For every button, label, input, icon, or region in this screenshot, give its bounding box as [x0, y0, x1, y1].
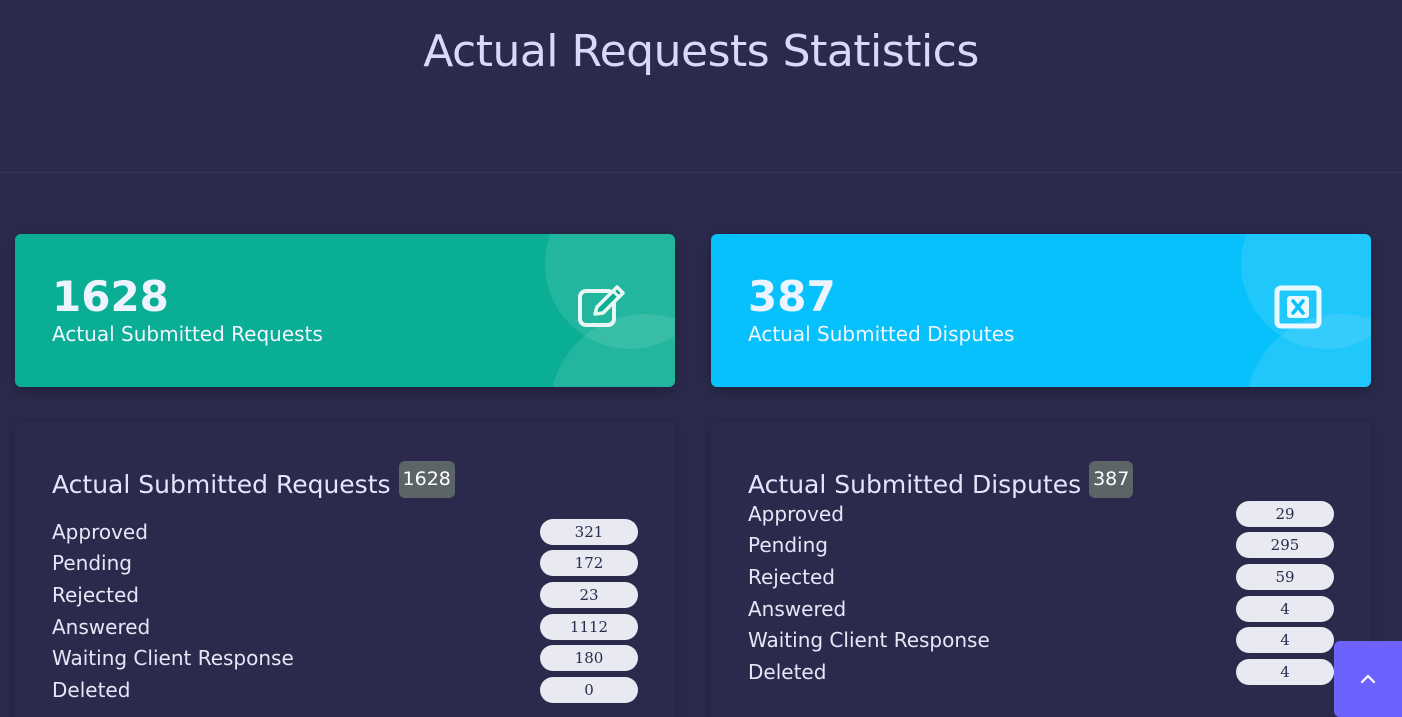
status-label: Waiting Client Response [748, 628, 990, 653]
requests-stat-card: 1628 Actual Submitted Requests [15, 234, 675, 387]
status-count-pill: 59 [1236, 563, 1334, 590]
requests-breakdown-header: Actual Submitted Requests 1628 [52, 461, 455, 508]
status-count-pill: 23 [540, 581, 638, 608]
requests-count: 1628 [52, 272, 169, 321]
scroll-to-top-button[interactable] [1334, 641, 1402, 717]
header-divider [0, 172, 1402, 173]
disputes-breakdown-card: Actual Submitted Disputes 387 Approved 29… [711, 422, 1371, 717]
status-count-pill: 1112 [540, 613, 638, 640]
requests-breakdown-title: Actual Submitted Requests [52, 470, 391, 499]
status-label: Waiting Client Response [52, 646, 294, 671]
disputes-total-badge: 387 [1089, 461, 1134, 498]
status-label: Deleted [748, 659, 827, 684]
status-count-pill: 321 [540, 518, 638, 545]
disputes-count: 387 [748, 272, 836, 321]
list-item: Pending 295 [748, 530, 1334, 562]
list-item: Waiting Client Response 180 [52, 642, 638, 674]
list-item: Rejected 23 [52, 579, 638, 611]
list-item: Approved 29 [748, 498, 1334, 530]
requests-label: Actual Submitted Requests [52, 322, 323, 346]
status-label: Pending [748, 533, 828, 558]
requests-breakdown-card: Actual Submitted Requests 1628 Approved 3… [15, 422, 675, 717]
status-count-pill: 4 [1236, 658, 1334, 685]
page-title: Actual Requests Statistics [423, 26, 979, 77]
list-item: Deleted 0 [52, 674, 638, 706]
status-count-pill: 29 [1236, 500, 1334, 527]
list-item: Rejected 59 [748, 561, 1334, 593]
disputes-status-list: Approved 29 Pending 295 Rejected 59 Answere… [748, 498, 1334, 688]
status-label: Answered [748, 596, 847, 621]
status-label: Answered [52, 614, 151, 639]
list-item: Waiting Client Response 4 [748, 624, 1334, 656]
list-item: Pending 172 [52, 548, 638, 580]
status-count-pill: 295 [1236, 532, 1334, 559]
status-count-pill: 180 [540, 645, 638, 672]
list-item: Answered 1112 [52, 611, 638, 643]
status-count-pill: 172 [540, 550, 638, 577]
status-count-pill: 0 [540, 676, 638, 703]
status-label: Approved [52, 519, 148, 544]
status-label: Rejected [52, 582, 140, 607]
chevron-up-icon [1360, 674, 1376, 684]
list-item: Approved 321 [52, 516, 638, 548]
status-count-pill: 4 [1236, 627, 1334, 654]
status-count-pill: 4 [1236, 595, 1334, 622]
status-label: Approved [748, 501, 844, 526]
list-item: Deleted 4 [748, 656, 1334, 688]
disputes-label: Actual Submitted Disputes [748, 322, 1015, 346]
requests-total-badge: 1628 [398, 461, 455, 498]
disputes-stat-card: 387 Actual Submitted Disputes [711, 234, 1371, 387]
list-item: Answered 4 [748, 593, 1334, 625]
status-label: Deleted [52, 677, 131, 702]
statistics-page: Actual Requests Statistics 1628 Actual S… [0, 0, 1402, 717]
close-box-icon [1274, 285, 1322, 329]
edit-icon [578, 285, 625, 327]
status-label: Rejected [748, 564, 836, 589]
requests-status-list: Approved 321 Pending 172 Rejected 23 Answer… [52, 516, 638, 706]
status-label: Pending [52, 551, 132, 576]
